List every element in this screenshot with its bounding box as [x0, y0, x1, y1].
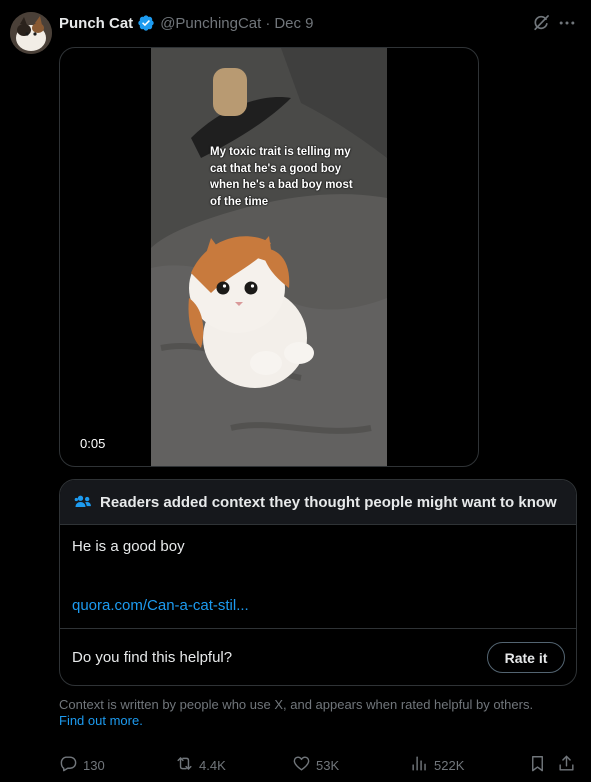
post-header: Punch Cat @PunchingCat · Dec 9 — [59, 13, 314, 33]
helpful-question: Do you find this helpful? — [72, 649, 233, 666]
repost-count: 4.4K — [199, 757, 226, 773]
reply-icon — [59, 754, 83, 776]
grok-icon[interactable] — [531, 13, 551, 33]
views-count: 522K — [434, 757, 465, 773]
context-footer-text: Context is written by people who use X, … — [59, 697, 534, 712]
community-note-body: He is a good boy — [72, 538, 185, 555]
separator: · — [265, 14, 271, 32]
find-out-more-link[interactable]: Find out more. — [59, 713, 143, 728]
like-icon — [292, 754, 316, 776]
post: Punch Cat @PunchingCat · Dec 9 My toxic … — [0, 0, 591, 782]
share-button[interactable] — [557, 754, 576, 776]
author-name[interactable]: Punch Cat — [59, 15, 133, 32]
community-note: Readers added context they thought peopl… — [59, 479, 577, 686]
views-button[interactable]: 522K — [410, 754, 464, 776]
bookmark-button[interactable] — [528, 754, 547, 776]
share-icon — [557, 754, 576, 776]
repost-button[interactable]: 4.4K — [175, 754, 226, 776]
community-note-title: Readers added context they thought peopl… — [100, 493, 557, 511]
context-footer: Context is written by people who use X, … — [59, 697, 559, 729]
people-icon — [73, 492, 93, 512]
bookmark-icon — [528, 754, 547, 776]
verified-badge-icon[interactable] — [137, 14, 155, 32]
more-icon[interactable] — [557, 13, 577, 33]
reply-button[interactable]: 130 — [59, 754, 105, 776]
like-button[interactable]: 53K — [292, 754, 339, 776]
views-icon — [410, 754, 434, 776]
community-note-link[interactable]: quora.com/Can-a-cat-stil... — [72, 597, 249, 614]
video-player[interactable]: My toxic trait is telling my cat that he… — [59, 47, 479, 467]
video-frame[interactable]: My toxic trait is telling my cat that he… — [151, 48, 387, 466]
community-note-header: Readers added context they thought peopl… — [60, 480, 576, 525]
author-handle[interactable]: @PunchingCat — [160, 15, 261, 32]
video-timestamp: 0:05 — [74, 434, 112, 453]
post-date[interactable]: Dec 9 — [274, 15, 313, 32]
action-bar: 130 4.4K 53K 522K — [59, 754, 579, 776]
video-caption: My toxic trait is telling my cat that he… — [210, 146, 353, 208]
like-count: 53K — [316, 757, 340, 773]
reply-count: 130 — [83, 757, 105, 773]
repost-icon — [175, 754, 199, 776]
rate-it-button[interactable]: Rate it — [487, 642, 565, 673]
helpful-row: Do you find this helpful? Rate it — [60, 628, 576, 685]
avatar[interactable] — [10, 12, 52, 54]
